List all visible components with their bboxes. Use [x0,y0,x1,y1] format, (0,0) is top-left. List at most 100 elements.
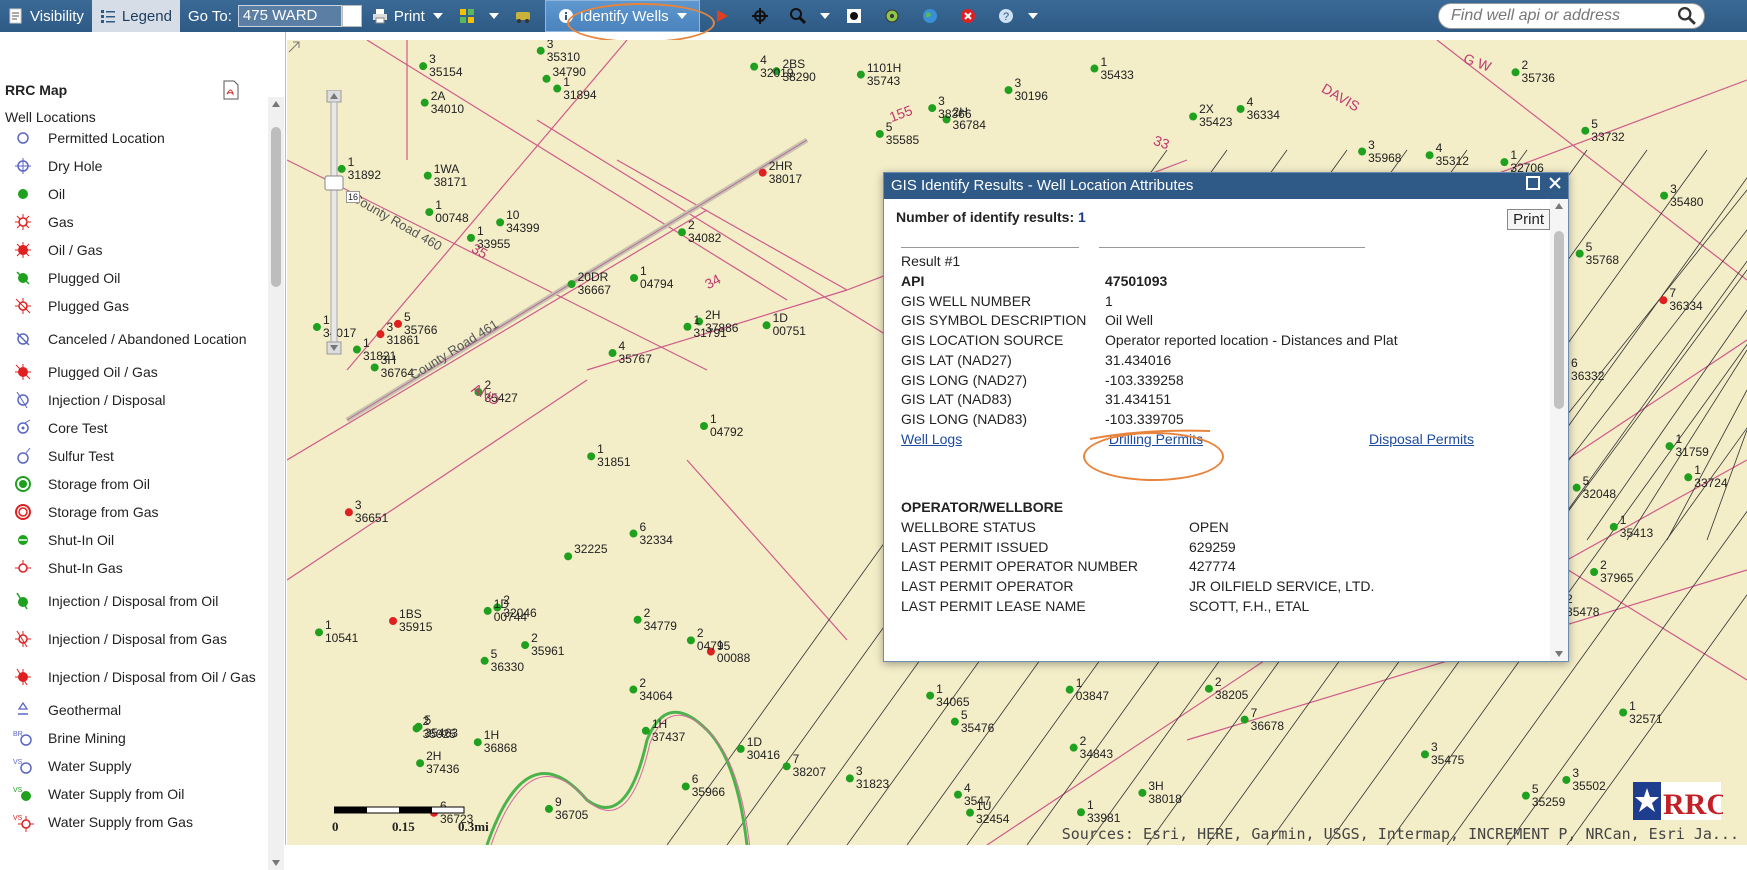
well-api: 36651 [354,511,389,526]
well-label: 1 10541 [325,619,358,645]
scroll-up-icon[interactable] [1550,199,1568,213]
visibility-label: Visibility [30,7,84,25]
injection-gas-icon [0,629,48,649]
well-api: 35413 [1619,525,1654,540]
print-button[interactable]: Print [364,0,451,32]
field-key: GIS LOCATION SOURCE [901,332,1064,349]
globe-button[interactable] [914,0,952,32]
well-logs-link[interactable]: Well Logs [901,431,1105,447]
scroll-down-icon[interactable] [268,856,284,870]
well-number: 4 [1246,94,1254,109]
oil-well-marker [419,62,428,71]
popup-scroll-thumb[interactable] [1554,231,1564,409]
popup-scrollbar[interactable] [1550,199,1568,661]
crosshair-button[interactable] [744,0,782,32]
basemap-button[interactable] [451,0,507,32]
well-number: 6 [639,519,647,534]
bus-tool-button[interactable] [507,0,545,32]
oil-well-marker [1090,64,1099,73]
well-label: 2 34843 [1079,734,1114,761]
field-value: JR OILFIELD SERVICE, LTD. [1189,578,1375,595]
goto-input[interactable]: 475 WARD [237,5,342,27]
gas-well-marker [389,617,398,626]
print-label: Print [393,7,425,25]
operator-row: WELLBORE STATUS OPEN [901,519,1229,535]
oil-well-marker [699,422,708,431]
well-number: 3 [1572,765,1580,780]
well-api: 35736 [1521,71,1555,86]
well-api: 32571 [1629,711,1663,726]
parcel-line [287,379,588,581]
zoom-button[interactable] [782,0,838,32]
well-number: 5 [1585,239,1593,254]
popup-print-button[interactable]: Print [1507,209,1550,230]
well-label: 5 35585 [886,120,919,147]
field-key: WELLBORE STATUS [901,519,1036,535]
disposal-permits-link[interactable]: Disposal Permits [1369,431,1474,447]
well-label: 5 35259 [1532,782,1565,809]
zoom-slider[interactable] [317,90,357,355]
well-api: 34843 [1079,746,1114,761]
oil-well-marker [1358,147,1367,156]
oil-well-marker [480,656,489,665]
search-input[interactable]: Find well api or address [1438,3,1705,29]
divider [901,247,1079,248]
rrc-logo: RRC [1633,782,1723,821]
chevron-down-icon [488,13,499,19]
well-api: 34064 [639,688,673,703]
close-icon[interactable] [1548,176,1562,190]
well-api: 33981 [1087,811,1121,826]
water-supply-oil-icon: VS [0,784,48,804]
well-number: 5 [1582,473,1590,488]
well-api: 38366 [938,107,972,122]
locate-button[interactable] [876,0,914,32]
well-api: 00751 [772,324,806,339]
legend-scrollbar[interactable] [268,97,284,870]
well-label: 1 32571 [1629,699,1663,726]
well-label: 3 31823 [856,765,889,791]
oil-well-marker [677,228,686,237]
search-icon[interactable] [1678,7,1696,30]
legend-item-label: Shut-In Oil [48,531,115,548]
operator-row: LAST PERMIT ISSUED 629259 [901,539,1236,555]
field-key: LAST PERMIT OPERATOR [901,578,1074,595]
well-label: 2 35736 [1522,59,1555,85]
expand-map-icon[interactable] [287,40,301,54]
legend-item: Shut-In Oil [0,526,268,554]
legend-button[interactable]: Legend [91,0,180,32]
goto-button[interactable] [341,5,362,27]
well-api: 35767 [618,352,652,367]
well-label: 1D 30416 [747,735,780,762]
oil-well-marker [1665,442,1674,451]
legend-item-label: Canceled / Abandoned Location [48,330,247,347]
field-row: GIS LAT (NAD83) 31.434151 [901,391,1171,407]
oil-gas-icon [0,240,48,260]
field-row: GIS LAT (NAD27) 31.434016 [901,352,1171,368]
well-number: 1H [651,716,668,731]
legend-scroll-thumb[interactable] [271,127,281,287]
plugged-oil-icon [0,268,48,288]
oil-well-marker [1189,112,1198,121]
field-value: OPEN [1189,519,1229,535]
sulfur-test-icon [0,446,48,466]
help-button[interactable]: ? [990,0,1046,32]
scroll-down-icon[interactable] [1550,647,1568,661]
maximize-icon[interactable] [1526,176,1540,190]
pdf-icon[interactable] [222,80,240,100]
legend-item: VS Water Supply from Gas [0,808,268,836]
full-extent-button[interactable] [838,0,876,32]
annotation-stroke [1089,429,1211,440]
well-label: 2 35478 [1566,592,1599,619]
well-label: 2 35025 [423,715,456,741]
well-number: 2 [639,675,647,690]
well-api: 38171 [433,174,468,189]
well-api: 31851 [597,455,631,470]
clear-button[interactable] [952,0,990,32]
legend-item-label: Injection / Disposal from Gas [48,630,227,647]
well-number: 9 [554,794,562,809]
oil-well-marker [736,744,745,753]
scroll-up-icon[interactable] [268,97,284,111]
visibility-button[interactable]: Visibility [0,0,92,32]
oil-well-marker [1684,473,1693,482]
goto-label: Go To: [187,7,232,25]
